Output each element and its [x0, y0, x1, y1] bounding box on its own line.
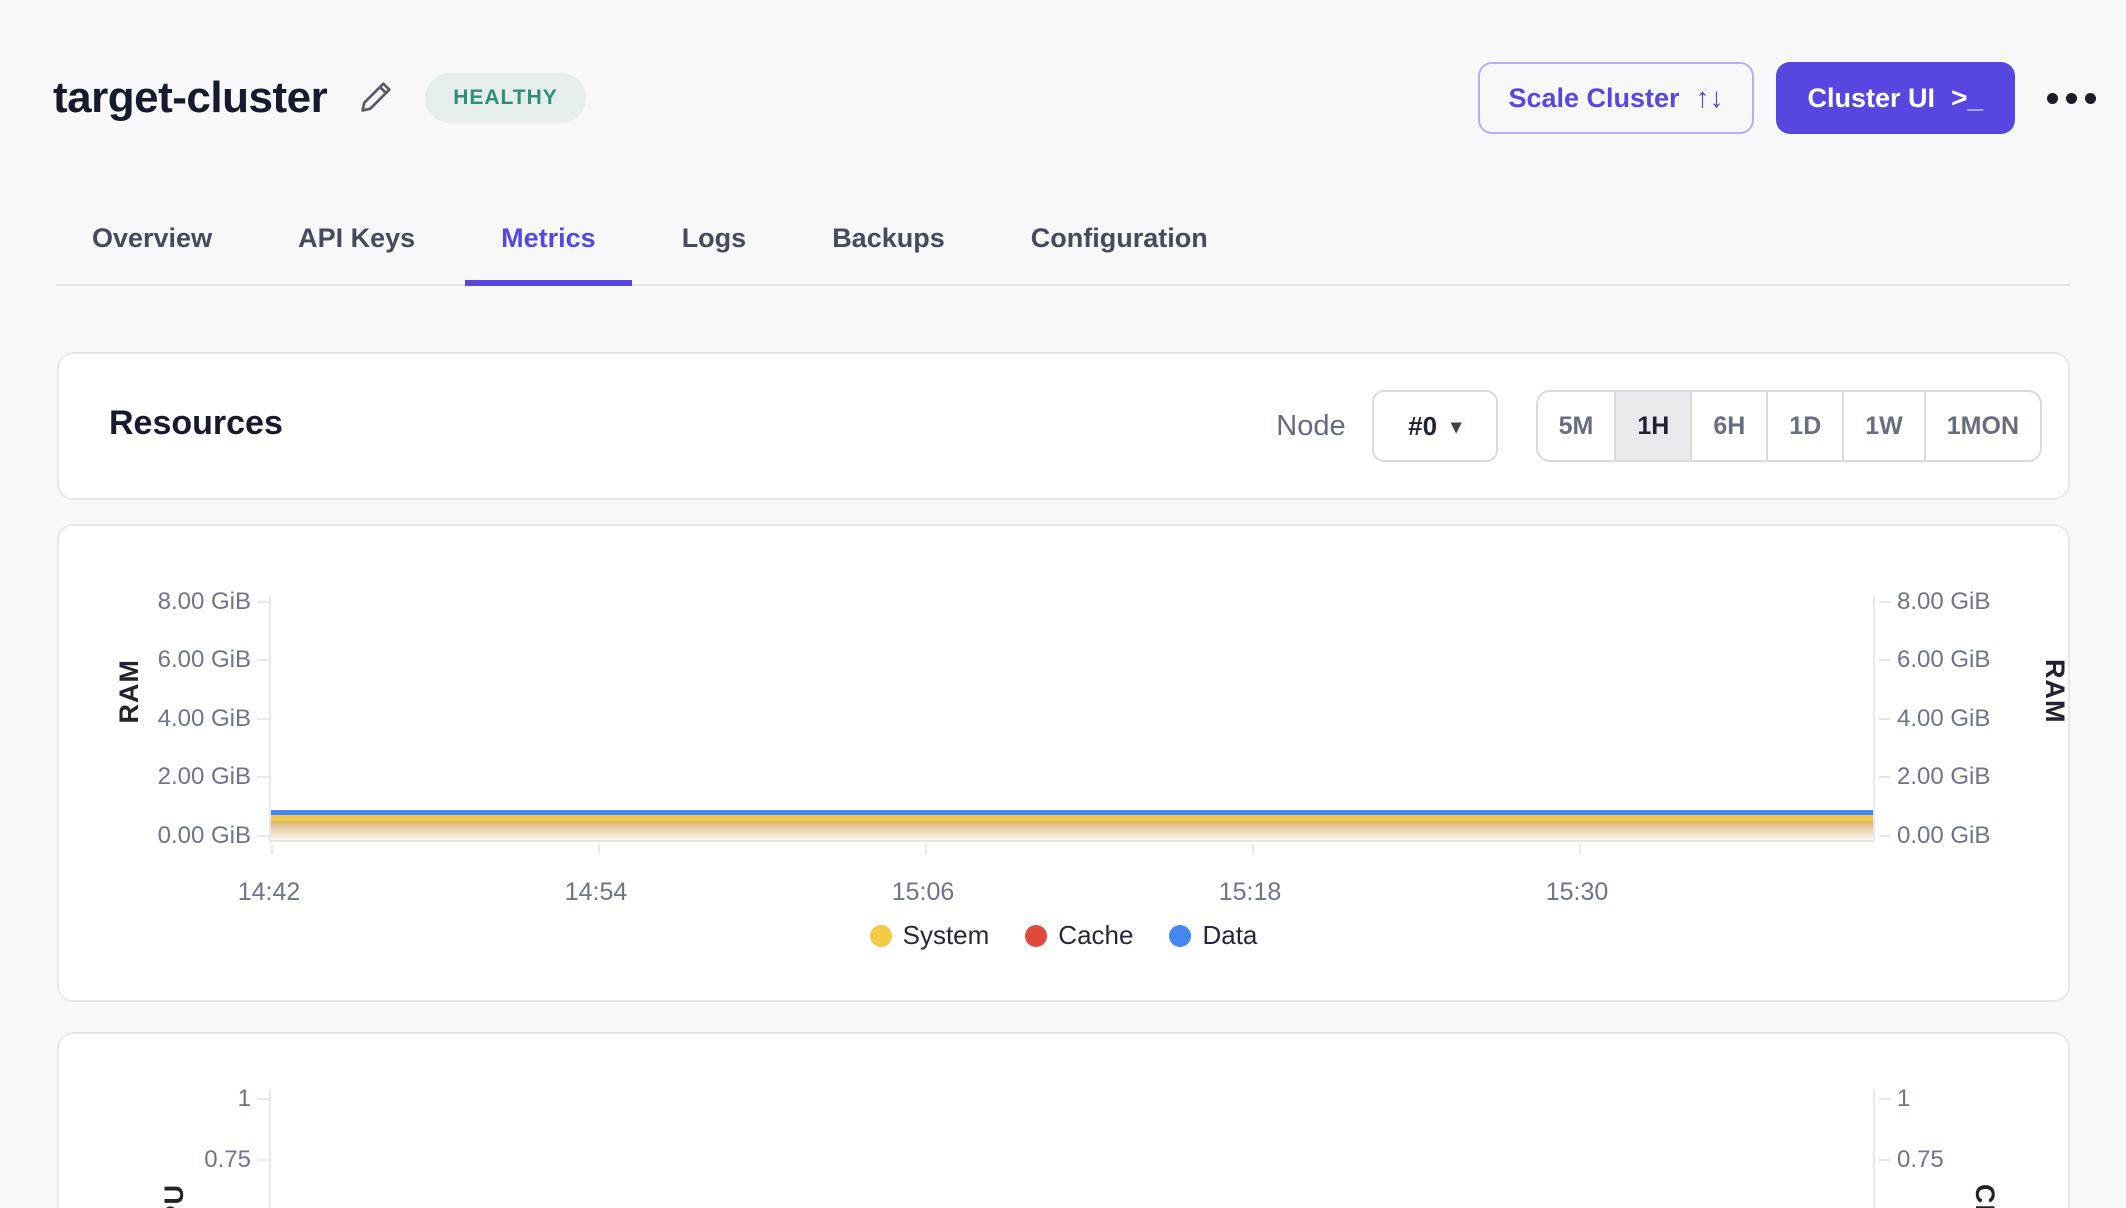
tab-metrics[interactable]: Metrics: [465, 196, 632, 286]
cache-legend-dot: [1025, 925, 1047, 947]
range-5m[interactable]: 5M: [1538, 392, 1615, 460]
page-header: target-cluster HEALTHY Scale Cluster ↑↓ …: [53, 58, 2106, 138]
range-1mon[interactable]: 1MON: [1924, 392, 2040, 460]
cpu-ytick: 1: [121, 1087, 251, 1111]
ram-xtick: 15:30: [1546, 878, 1609, 907]
terminal-icon: >_: [1951, 82, 1983, 114]
ram-xtick: 14:54: [565, 878, 628, 907]
legend-item-data: Data: [1169, 920, 1257, 951]
ram-ytick: 6.00 GiB: [121, 648, 251, 672]
ram-ytick: 2.00 GiB: [1897, 765, 2027, 789]
node-select[interactable]: #0 ▾: [1372, 390, 1498, 462]
legend-item-system: System: [870, 920, 990, 951]
ram-ytick: 6.00 GiB: [1897, 648, 2027, 672]
scale-cluster-button[interactable]: Scale Cluster ↑↓: [1478, 62, 1753, 134]
ram-ytick: 4.00 GiB: [121, 707, 251, 731]
page-title: target-cluster: [53, 73, 327, 123]
tab-overview[interactable]: Overview: [56, 196, 248, 286]
cpu-chart-card: CPU CPU 1 0.75 1 0.75: [57, 1032, 2070, 1208]
resources-title: Resources: [109, 404, 283, 443]
chevron-down-icon: ▾: [1451, 414, 1461, 439]
range-6h[interactable]: 6H: [1690, 392, 1766, 460]
cluster-metrics-page: target-cluster HEALTHY Scale Cluster ↑↓ …: [0, 0, 2126, 1208]
cluster-tabs: Overview API Keys Metrics Logs Backups C…: [56, 196, 2070, 286]
tab-api-keys[interactable]: API Keys: [262, 196, 451, 286]
status-badge: HEALTHY: [425, 73, 586, 123]
cpu-axis-label-right: CPU: [1969, 1184, 2000, 1208]
time-range-selector: 5M 1H 6H 1D 1W 1MON: [1536, 390, 2042, 462]
more-options-button[interactable]: [2037, 93, 2106, 104]
ram-ytick: 4.00 GiB: [1897, 707, 2027, 731]
resources-card: Resources Node #0 ▾ 5M 1H 6H 1D 1W 1MON: [57, 352, 2070, 500]
ram-ytick: 2.00 GiB: [121, 765, 251, 789]
system-legend-dot: [870, 925, 892, 947]
data-legend-dot: [1169, 925, 1191, 947]
legend-item-cache: Cache: [1025, 920, 1133, 951]
node-label: Node: [1276, 410, 1345, 443]
header-actions: Scale Cluster ↑↓ Cluster UI >_: [1478, 62, 2106, 134]
cpu-ytick: 0.75: [1897, 1148, 2027, 1172]
cpu-ytick: 1: [1897, 1087, 2027, 1111]
pencil-icon: [359, 78, 395, 119]
cpu-plot-area: [269, 1089, 1875, 1208]
ellipsis-icon: [2047, 93, 2058, 104]
tab-backups[interactable]: Backups: [796, 196, 981, 286]
edit-cluster-name-button[interactable]: [355, 76, 399, 120]
tab-configuration[interactable]: Configuration: [995, 196, 1244, 286]
system-area-fill: [271, 821, 1873, 842]
ram-ytick: 0.00 GiB: [121, 824, 251, 848]
ram-xtick: 15:18: [1219, 878, 1282, 907]
ram-xtick: 14:42: [238, 878, 301, 907]
range-1d[interactable]: 1D: [1766, 392, 1842, 460]
cluster-ui-button[interactable]: Cluster UI >_: [1776, 62, 2015, 134]
tab-logs[interactable]: Logs: [646, 196, 783, 286]
ram-axis-label-right: RAM: [2039, 659, 2070, 724]
ram-ytick: 8.00 GiB: [121, 590, 251, 614]
ram-ytick: 8.00 GiB: [1897, 590, 2027, 614]
ram-xtick: 15:06: [892, 878, 955, 907]
ram-chart-card: RAM RAM 8.00 GiB 6.00 GiB 4.00 GiB 2.00 …: [57, 524, 2070, 1002]
ram-legend: System Cache Data: [59, 920, 2068, 951]
ram-series-band: [271, 810, 1873, 842]
ram-ytick: 0.00 GiB: [1897, 824, 2027, 848]
up-down-arrows-icon: ↑↓: [1696, 82, 1724, 114]
ram-plot-area: [269, 596, 1875, 842]
cpu-axis-label-left: CPU: [159, 1184, 190, 1208]
cpu-ytick: 0.75: [121, 1148, 251, 1172]
range-1w[interactable]: 1W: [1842, 392, 1924, 460]
range-1h[interactable]: 1H: [1614, 392, 1690, 460]
